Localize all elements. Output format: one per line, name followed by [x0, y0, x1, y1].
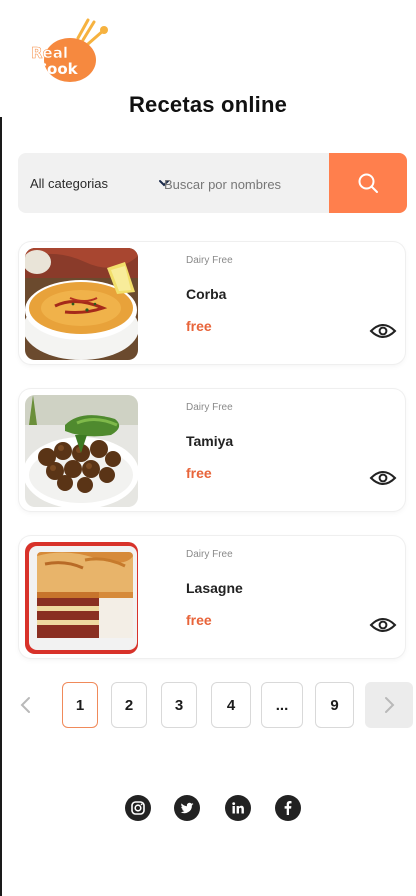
page-label: 9 [330, 696, 339, 714]
search-button[interactable] [329, 153, 407, 213]
view-eye-icon[interactable] [369, 616, 397, 634]
recipe-name: Corba [186, 286, 227, 302]
recipe-image-tamiya [25, 395, 138, 507]
recipe-tag: Dairy Free [186, 402, 233, 413]
category-select[interactable]: All categorias [30, 153, 108, 213]
recipe-tag: Dairy Free [186, 255, 233, 266]
pagination: 1 2 3 4 ... 9 [0, 682, 416, 730]
chevron-right-icon [385, 697, 395, 713]
twitter-icon[interactable] [174, 795, 200, 821]
recipe-name: Lasagne [186, 580, 243, 596]
chevron-left-icon[interactable] [16, 695, 36, 715]
recipe-name: Tamiya [186, 433, 234, 449]
instagram-icon[interactable] [125, 795, 151, 821]
search-input[interactable] [162, 168, 331, 200]
page-label: 1 [75, 696, 85, 714]
page-label: 4 [226, 696, 236, 714]
recipe-image-lasagne [25, 542, 138, 654]
search-icon [358, 173, 378, 193]
recipe-card[interactable]: Dairy Free Lasagne free [19, 536, 405, 658]
page-button-4[interactable]: 4 [211, 682, 251, 728]
category-select-value: All categorias [30, 175, 109, 191]
linkedin-icon[interactable] [225, 795, 251, 821]
facebook-icon[interactable] [275, 795, 301, 821]
page-button-1[interactable]: 1 [62, 682, 98, 728]
page-button-9[interactable]: 9 [315, 682, 354, 728]
logo-text-cook: Cook [36, 60, 79, 78]
page-button-ellipsis[interactable]: ... [261, 682, 303, 728]
recipe-price: free [186, 612, 212, 628]
view-eye-icon[interactable] [369, 469, 397, 487]
page-title: Recetas online [128, 92, 288, 117]
page-label: ... [275, 696, 289, 714]
recipe-card[interactable]: Dairy Free Tamiya free [19, 389, 405, 511]
page-label: 3 [174, 696, 184, 714]
recipe-image-corba [25, 248, 138, 360]
view-eye-icon[interactable] [369, 322, 397, 340]
search-bar: All categorias [18, 153, 407, 213]
left-edge-rule [0, 117, 2, 896]
recipe-card[interactable]: Dairy Free Corba free [19, 242, 405, 364]
recipe-tag: Dairy Free [186, 549, 233, 560]
page-label: 2 [124, 696, 134, 714]
next-page-button[interactable] [365, 682, 413, 728]
recipe-price: free [186, 465, 212, 481]
realcook-logo[interactable]: Real Cook [26, 16, 110, 86]
page-button-3[interactable]: 3 [161, 682, 197, 728]
page-button-2[interactable]: 2 [111, 682, 147, 728]
recipe-price: free [186, 318, 212, 334]
